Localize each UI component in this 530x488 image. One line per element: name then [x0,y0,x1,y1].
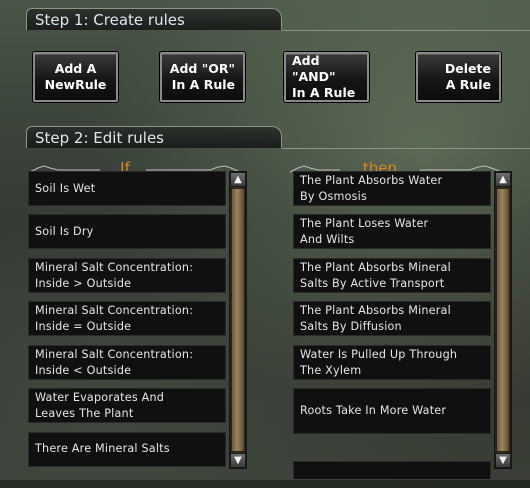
then-item[interactable]: The Plant Loses Water And Wilts [293,214,491,249]
if-item[interactable]: Soil Is Dry [28,214,226,249]
add-new-rule-button[interactable]: Add A NewRule [33,52,118,102]
then-item[interactable]: The Plant Absorbs Mineral Salts By Activ… [293,258,491,293]
then-scrollbar[interactable]: ▲ ▼ [494,171,512,469]
if-item[interactable]: Mineral Salt Concentration: Inside = Out… [28,301,226,336]
arrow-up-icon[interactable]: ▲ [495,172,511,187]
step1-label: Step 1: Create rules [35,11,185,29]
then-scroll-thumb[interactable] [496,188,510,452]
if-item[interactable]: Water Evaporates And Leaves The Plant [28,388,226,423]
arrow-up-icon[interactable]: ▲ [230,172,246,187]
add-and-rule-button[interactable]: Add "AND" In A Rule [284,52,369,102]
if-item[interactable]: There Are Mineral Salts [28,432,226,467]
arrow-down-icon[interactable]: ▼ [495,453,511,468]
add-or-rule-button[interactable]: Add "OR" In A Rule [160,52,245,102]
step2-tab: Step 2: Edit rules [26,126,282,148]
step1-tab: Step 1: Create rules [26,8,282,30]
if-list: Soil Is Wet Soil Is Dry Mineral Salt Con… [28,171,226,479]
if-item[interactable]: Mineral Salt Concentration: Inside < Out… [28,345,226,380]
if-item[interactable]: Mineral Salt Concentration: Inside > Out… [28,258,226,293]
then-item[interactable] [293,461,491,479]
if-scroll-thumb[interactable] [231,188,245,452]
then-item[interactable]: The Plant Absorbs Water By Osmosis [293,171,491,206]
then-item[interactable]: Water Is Pulled Up Through The Xylem [293,345,491,380]
step1-divider [282,30,530,31]
then-list: The Plant Absorbs Water By Osmosis The P… [293,171,491,479]
delete-rule-button[interactable]: Delete A Rule [416,52,501,102]
step2-label: Step 2: Edit rules [35,129,164,147]
if-item[interactable]: Soil Is Wet [28,171,226,206]
then-item[interactable]: Roots Take In More Water [293,388,491,434]
arrow-down-icon[interactable]: ▼ [230,453,246,468]
step2-divider [282,148,530,149]
bottom-edge [0,480,530,488]
if-scrollbar[interactable]: ▲ ▼ [229,171,247,469]
then-item[interactable]: The Plant Absorbs Mineral Salts By Diffu… [293,301,491,336]
